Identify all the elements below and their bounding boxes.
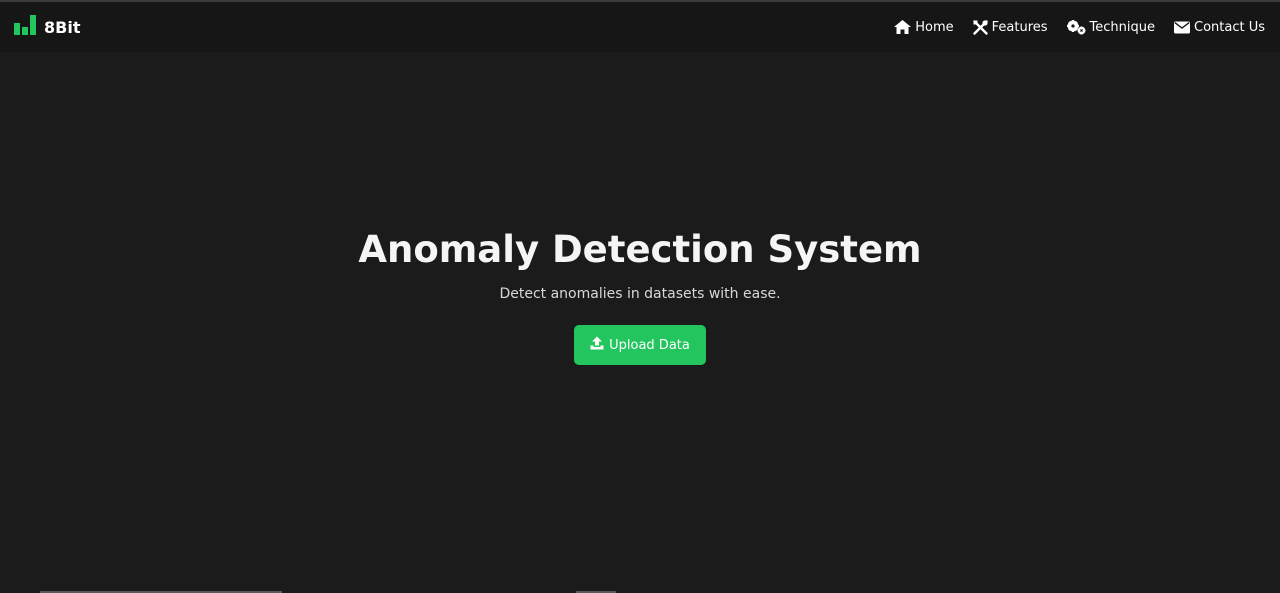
navbar: 8Bit Home Features Technique Contact Us xyxy=(0,2,1280,52)
nav-item-home[interactable]: Home xyxy=(894,19,954,35)
gears-icon xyxy=(1066,19,1086,35)
home-icon xyxy=(894,20,912,34)
envelope-icon xyxy=(1174,21,1190,34)
nav-item-contact[interactable]: Contact Us xyxy=(1174,20,1265,35)
hero-subtitle: Detect anomalies in datasets with ease. xyxy=(499,286,781,302)
hero-section: Anomaly Detection System Detect anomalie… xyxy=(0,225,1280,365)
upload-data-button[interactable]: Upload Data xyxy=(574,325,706,365)
nav-item-label: Technique xyxy=(1089,19,1155,35)
nav-item-label: Features xyxy=(991,19,1048,35)
brand-name: 8Bit xyxy=(44,17,81,37)
nav-item-technique[interactable]: Technique xyxy=(1066,19,1155,35)
bar-chart-icon xyxy=(14,15,36,39)
hero-title: Anomaly Detection System xyxy=(358,228,922,271)
nav-item-features[interactable]: Features xyxy=(972,19,1048,35)
upload-data-label: Upload Data xyxy=(609,337,690,353)
main-nav: Home Features Technique Contact Us xyxy=(894,19,1265,35)
upload-icon xyxy=(590,336,604,354)
nav-item-label: Contact Us xyxy=(1194,19,1265,35)
tools-icon xyxy=(972,19,988,35)
brand[interactable]: 8Bit xyxy=(14,15,80,39)
nav-item-label: Home xyxy=(915,19,954,35)
